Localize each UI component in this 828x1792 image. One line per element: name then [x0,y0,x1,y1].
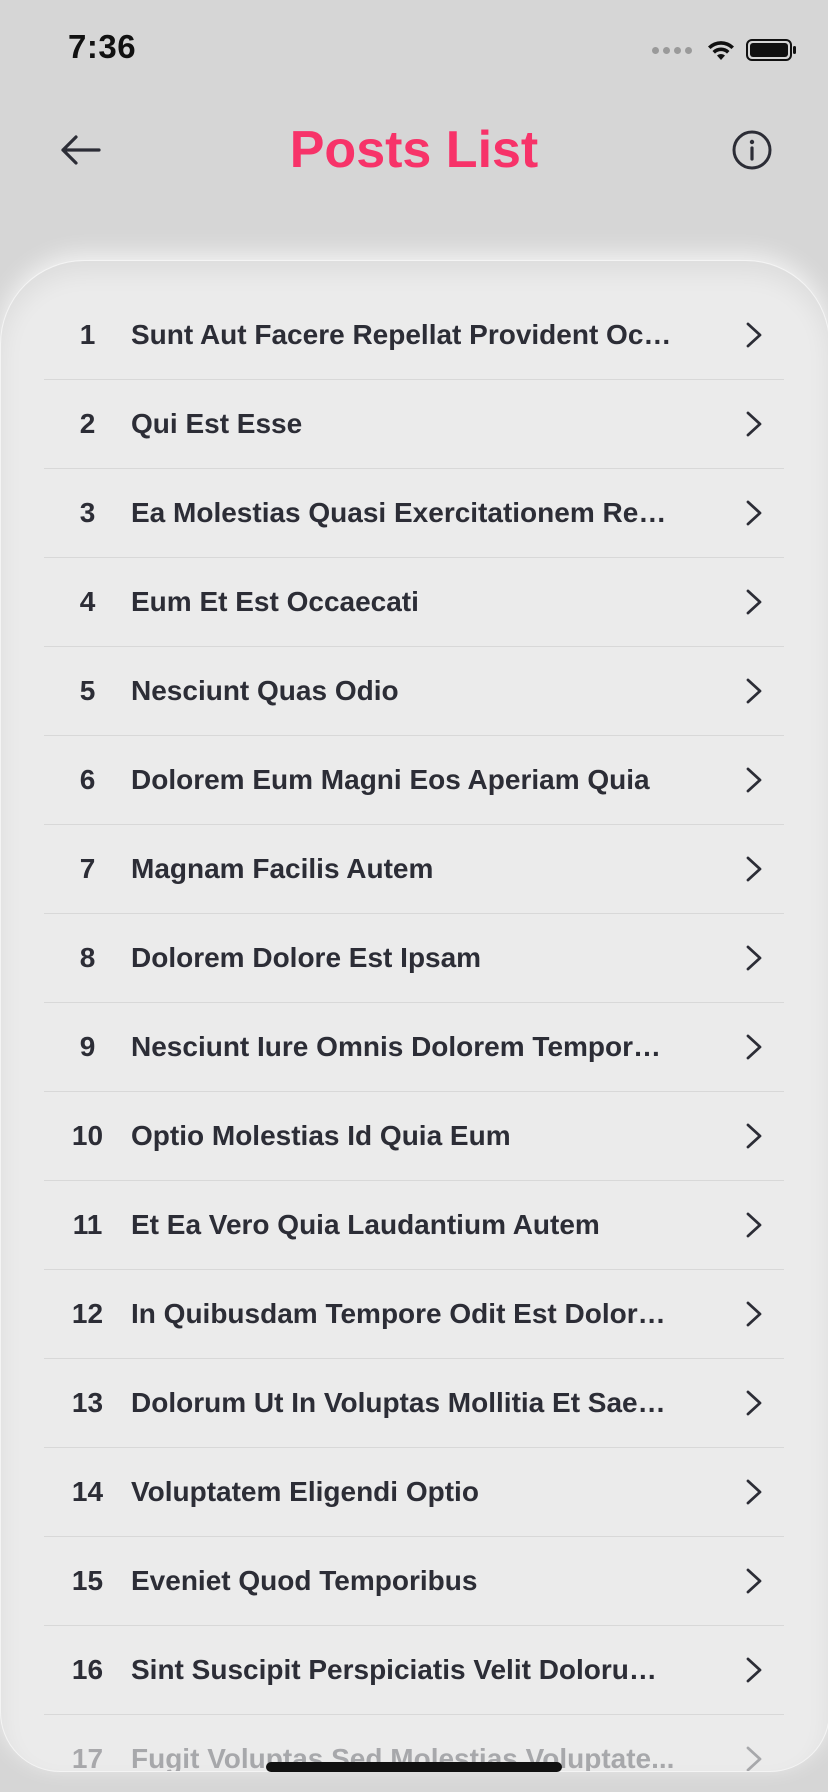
post-list-item[interactable]: 9 Nesciunt Iure Omnis Dolorem Tempora E..… [44,1003,784,1092]
chevron-right-icon [742,587,766,617]
post-list-item[interactable]: 14 Voluptatem Eligendi Optio [44,1448,784,1537]
chevron-right-icon [742,1477,766,1507]
post-list-item[interactable]: 6 Dolorem Eum Magni Eos Aperiam Quia [44,736,784,825]
post-list-item[interactable]: 12 In Quibusdam Tempore Odit Est Dolorem [44,1270,784,1359]
post-id: 3 [79,497,96,528]
chevron-right-icon [742,1744,766,1771]
post-title: Dolorem Eum Magni Eos Aperiam Quia [131,764,650,795]
battery-icon [746,39,796,61]
post-list-item[interactable]: 13 Dolorum Ut In Voluptas Mollitia Et Sae… [44,1359,784,1448]
post-title: Dolorum Ut In Voluptas Mollitia Et Saepe… [131,1387,694,1418]
post-id: 13 [71,1387,104,1418]
home-indicator [266,1762,562,1772]
post-id: 15 [71,1565,104,1596]
post-title: Nesciunt Iure Omnis Dolorem Tempora E... [131,1031,699,1062]
post-id: 12 [71,1298,104,1329]
post-list-item[interactable]: 5 Nesciunt Quas Odio [44,647,784,736]
post-list-item[interactable]: 3 Ea Molestias Quasi Exercitationem Repe.… [44,469,784,558]
post-id: 16 [71,1654,104,1685]
post-title: Et Ea Vero Quia Laudantium Autem [131,1209,600,1240]
post-title: Sint Suscipit Perspiciatis Velit Dolorum… [131,1654,678,1685]
chevron-right-icon [742,1032,766,1062]
chevron-right-icon [742,1210,766,1240]
chevron-right-icon [742,1566,766,1596]
chevron-right-icon [742,320,766,350]
post-list-item[interactable]: 4 Eum Et Est Occaecati [44,558,784,647]
post-title: In Quibusdam Tempore Odit Est Dolorem [131,1298,679,1329]
chevron-right-icon [742,409,766,439]
chevron-right-icon [742,498,766,528]
page-title: Posts List [289,121,539,179]
status-icons [652,36,798,64]
post-title: Nesciunt Quas Odio [131,675,399,706]
post-title: Magnam Facilis Autem [131,853,434,884]
post-id: 9 [79,1031,96,1062]
post-title: Optio Molestias Id Quia Eum [131,1120,511,1151]
post-list-item[interactable]: 11 Et Ea Vero Quia Laudantium Autem [44,1181,784,1270]
info-circle-icon [732,130,772,170]
post-list-item[interactable]: 10 Optio Molestias Id Quia Eum [44,1092,784,1181]
chevron-right-icon [742,943,766,973]
post-id: 14 [71,1476,104,1507]
post-id: 6 [79,764,96,795]
post-title: Qui Est Esse [131,408,303,439]
post-list-item[interactable]: 7 Magnam Facilis Autem [44,825,784,914]
nav-bar: Posts List [0,100,828,200]
posts-sheet: 1 Sunt Aut Facere Repellat Provident Occ.… [0,260,828,1772]
post-title: Ea Molestias Quasi Exercitationem Repe..… [131,497,695,528]
wifi-icon [708,41,734,60]
post-id: 10 [71,1120,104,1151]
post-title: Dolorem Dolore Est Ipsam [131,942,482,973]
post-id: 11 [72,1209,103,1240]
post-id: 7 [79,853,96,884]
cellular-signal-icon [652,46,692,54]
chevron-right-icon [742,765,766,795]
status-bar: 7:36 [0,0,828,100]
post-title: Eveniet Quod Temporibus [131,1565,478,1596]
post-id: 5 [79,675,96,706]
post-list-item[interactable]: 2 Qui Est Esse [44,380,784,469]
chevron-right-icon [742,1121,766,1151]
post-list-item[interactable]: 15 Eveniet Quod Temporibus [44,1537,784,1626]
post-id: 17 [71,1743,104,1772]
post-id: 1 [79,319,96,350]
post-title: Sunt Aut Facere Repellat Provident Occ..… [131,319,683,350]
post-title: Voluptatem Eligendi Optio [131,1476,479,1507]
info-button[interactable] [728,126,776,174]
post-list: 1 Sunt Aut Facere Repellat Provident Occ.… [44,291,784,1772]
chevron-right-icon [742,854,766,884]
post-list-item[interactable]: 16 Sint Suscipit Perspiciatis Velit Dolor… [44,1626,784,1715]
status-time: 7:36 [68,28,137,65]
post-list-item[interactable]: 1 Sunt Aut Facere Repellat Provident Occ.… [44,291,784,380]
post-id: 2 [79,408,96,439]
post-title: Eum Et Est Occaecati [131,586,419,617]
chevron-right-icon [742,1655,766,1685]
chevron-right-icon [742,676,766,706]
chevron-right-icon [742,1388,766,1418]
post-id: 8 [79,942,96,973]
post-list-item[interactable]: 8 Dolorem Dolore Est Ipsam [44,914,784,1003]
chevron-right-icon [742,1299,766,1329]
post-id: 4 [79,586,96,617]
